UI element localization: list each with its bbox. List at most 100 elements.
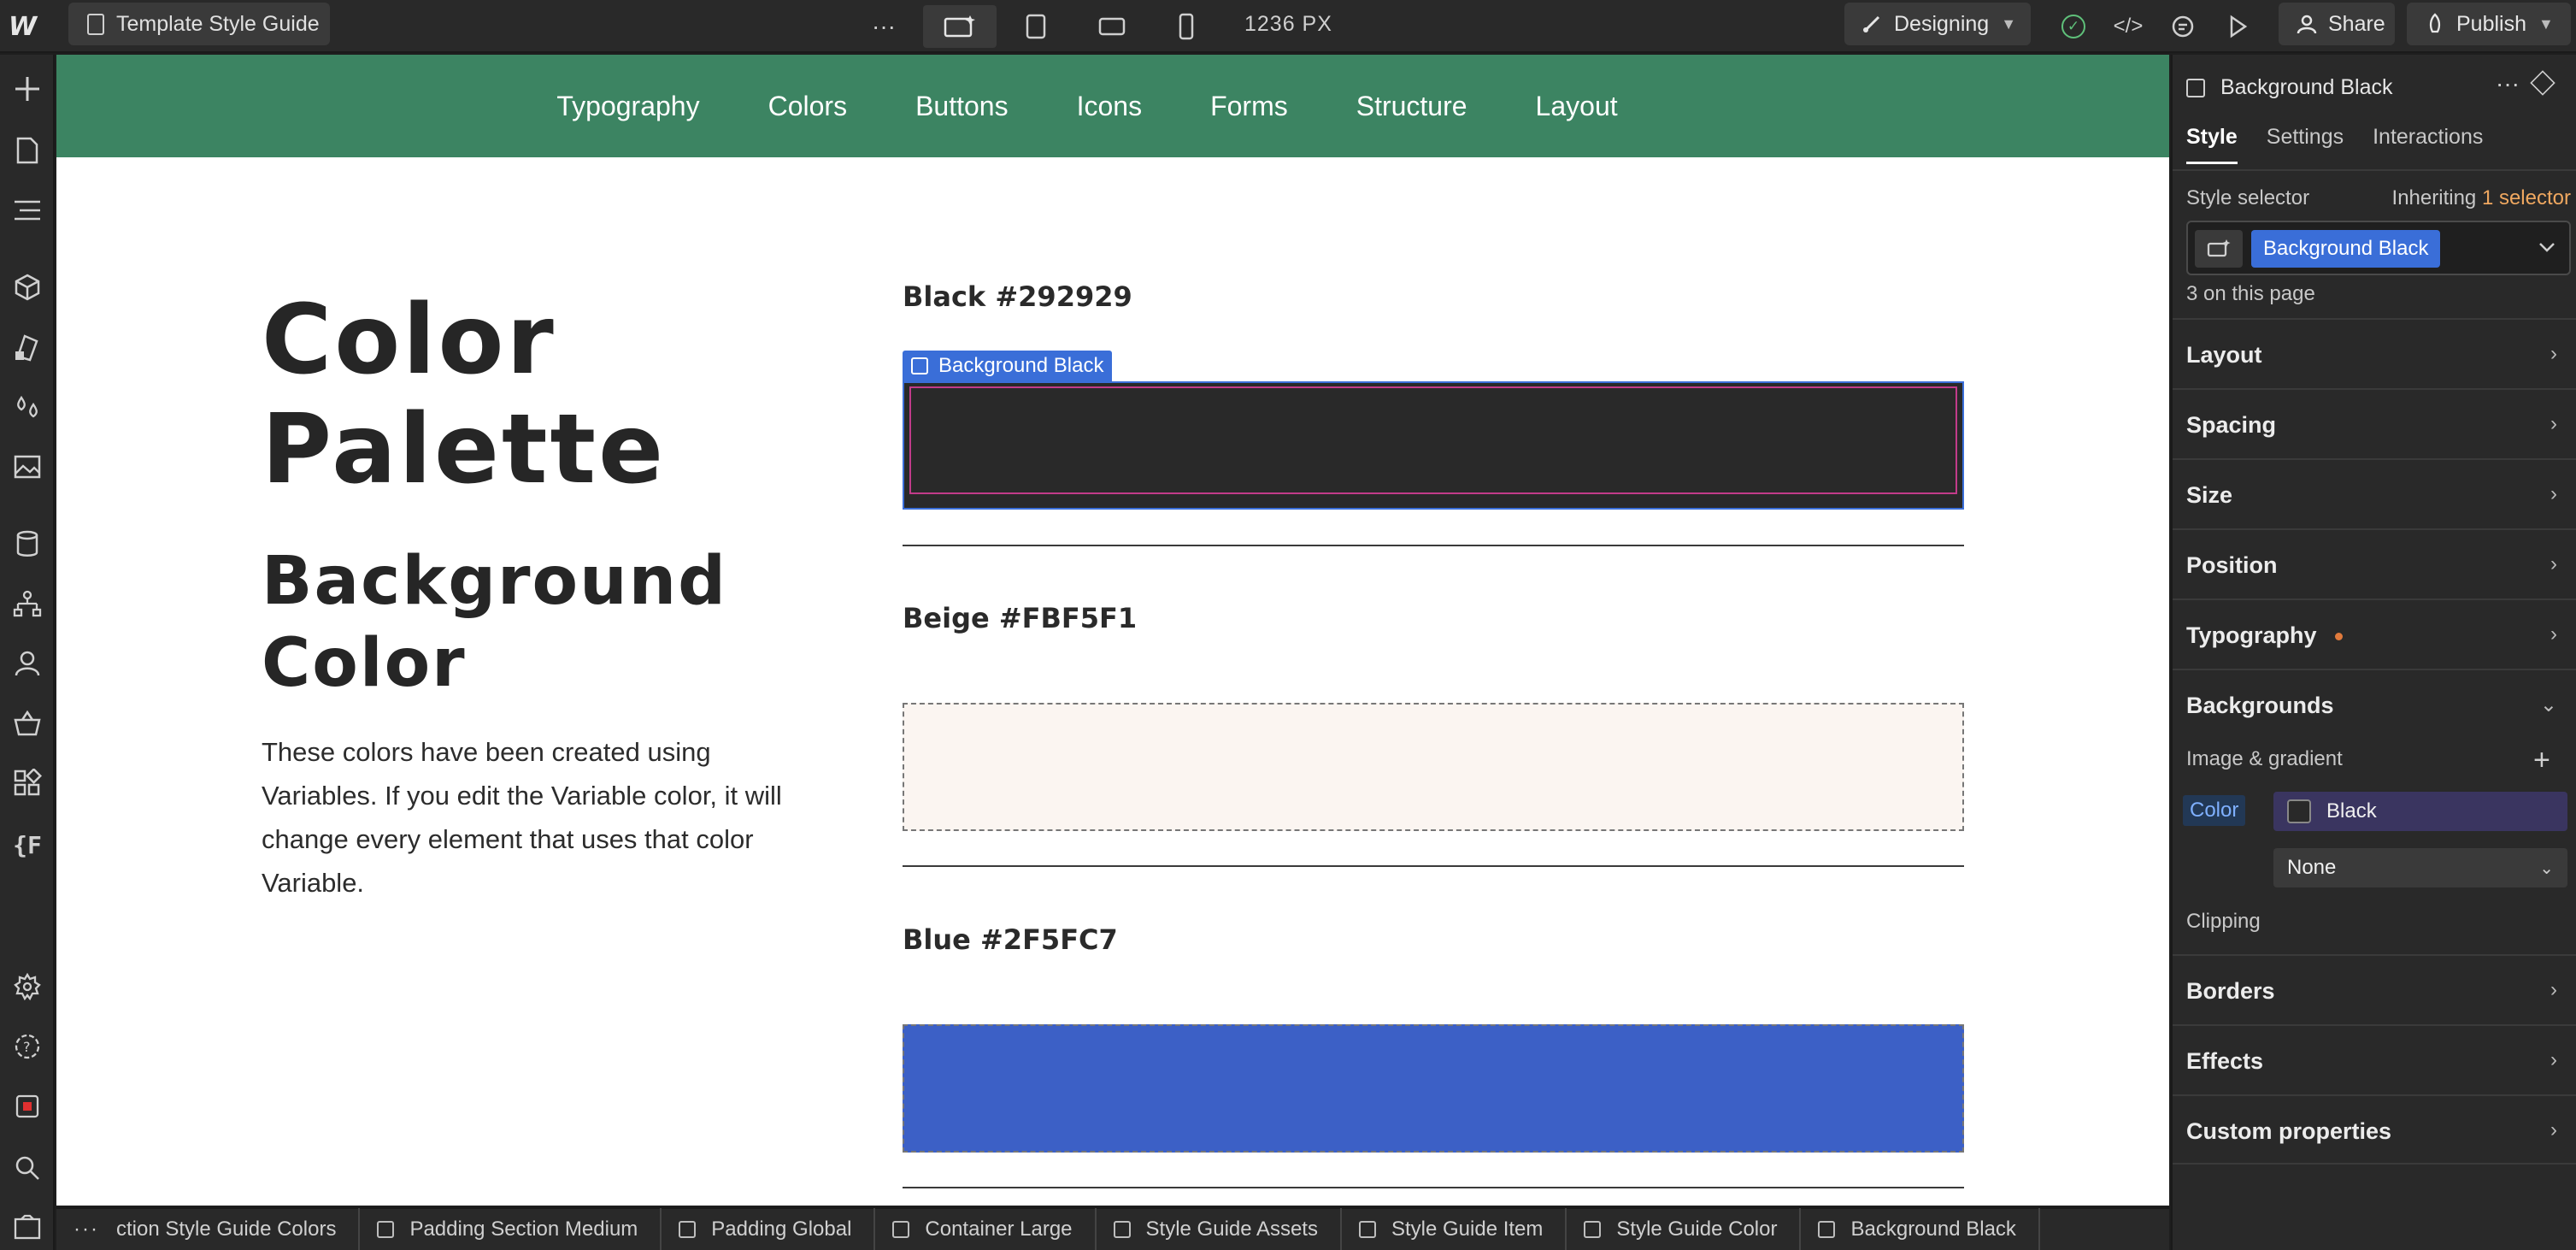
webflow-logo-icon[interactable]: W <box>9 12 44 42</box>
add-background-plus-icon[interactable]: + <box>2533 746 2550 775</box>
nav-link-buttons[interactable]: Buttons <box>915 91 1009 122</box>
search-icon[interactable] <box>10 1151 44 1185</box>
apps-grid-icon[interactable] <box>10 766 44 800</box>
mobile-portrait-icon[interactable] <box>1167 5 1205 48</box>
code-icon[interactable]: </> <box>2111 5 2145 48</box>
swatch-label-beige[interactable]: Beige #FBF5F1 <box>903 602 1137 634</box>
publish-button[interactable]: Publish ▼ <box>2407 3 2571 45</box>
svg-text:?: ? <box>23 1039 31 1055</box>
nav-link-colors[interactable]: Colors <box>768 91 847 122</box>
video-tutorials-icon[interactable] <box>10 1211 44 1245</box>
mobile-landscape-icon[interactable] <box>1091 5 1133 48</box>
element-box-icon <box>911 357 928 374</box>
clipping-select[interactable]: None ⌄ <box>2273 848 2567 887</box>
style-panel: Background Black Style Settings Interact… <box>2171 55 2576 1250</box>
comments-icon[interactable] <box>2166 5 2200 48</box>
selector-chip[interactable]: Background Black <box>2251 230 2441 268</box>
selected-element-header: Background Black <box>2186 75 2393 100</box>
breadcrumb-item-current[interactable]: Background Black <box>1801 1208 2040 1250</box>
breadcrumb-item[interactable]: Container Large <box>875 1208 1097 1250</box>
clipping-value: None <box>2287 856 2337 879</box>
nav-link-layout[interactable]: Layout <box>1536 91 1618 122</box>
add-elements-icon[interactable] <box>10 72 44 106</box>
more-breakpoints-icon[interactable]: ··· <box>865 5 903 48</box>
nav-link-icons[interactable]: Icons <box>1077 91 1142 122</box>
nav-link-structure[interactable]: Structure <box>1356 91 1467 122</box>
element-options-icon[interactable]: ··· <box>2496 70 2520 97</box>
style-selector-input[interactable]: Background Black <box>2186 221 2571 275</box>
section-custom-properties[interactable]: Custom properties › <box>2173 1094 2576 1165</box>
inheriting-info[interactable]: Inheriting 1 selector <box>2392 186 2571 210</box>
heading-line-2: Palette <box>262 394 667 505</box>
subheading-line-1: Background <box>262 543 727 620</box>
element-box-icon <box>1358 1221 1376 1238</box>
breadcrumb-item[interactable]: Style Guide Color <box>1567 1208 1802 1250</box>
nav-link-forms[interactable]: Forms <box>1210 91 1288 122</box>
users-icon[interactable] <box>10 646 44 681</box>
selected-element-tag: Background Black <box>903 351 1113 381</box>
ecommerce-basket-icon[interactable] <box>10 706 44 740</box>
selected-element-name: Background Black <box>938 354 1104 377</box>
swatch-blue[interactable] <box>903 1024 1964 1153</box>
swatch-label-black[interactable]: Black #292929 <box>903 280 1132 313</box>
tab-style[interactable]: Style <box>2186 125 2238 164</box>
design-canvas[interactable]: Typography Colors Buttons Icons Forms St… <box>56 55 2169 1206</box>
breadcrumb-item[interactable]: Style Guide Assets <box>1097 1208 1342 1250</box>
record-stop-icon[interactable] <box>10 1089 44 1123</box>
cms-database-icon[interactable] <box>10 527 44 561</box>
style-manager-icon[interactable] <box>10 330 44 364</box>
swatch-black[interactable] <box>903 381 1964 510</box>
subheading-line-2: Color <box>262 625 467 702</box>
section-size[interactable]: Size › <box>2173 458 2576 528</box>
page-heading[interactable]: Color Palette <box>262 286 666 504</box>
section-position[interactable]: Position › <box>2173 528 2576 598</box>
nav-link-typography[interactable]: Typography <box>556 91 699 122</box>
preview-play-icon[interactable] <box>2220 5 2255 48</box>
pages-icon[interactable] <box>10 133 44 168</box>
navigator-icon[interactable] <box>10 193 44 227</box>
components-cube-icon[interactable] <box>10 270 44 304</box>
user-icon <box>2297 15 2317 34</box>
section-effects[interactable]: Effects › <box>2173 1024 2576 1094</box>
intro-paragraph[interactable]: These colors have been created using Var… <box>262 730 809 905</box>
section-heading[interactable]: Background Color <box>262 540 727 705</box>
page-selector[interactable]: Template Style Guide <box>68 3 330 45</box>
chevron-right-icon: › <box>2550 412 2557 435</box>
color-property-label[interactable]: Color <box>2183 795 2246 826</box>
chevron-right-icon: › <box>2550 978 2557 1001</box>
publish-status-check-icon[interactable]: ✓ <box>2061 15 2085 38</box>
breadcrumb-item[interactable]: Padding Section Medium <box>360 1208 662 1250</box>
tab-interactions[interactable]: Interactions <box>2373 125 2483 164</box>
swatch-beige[interactable] <box>903 703 1964 831</box>
tablet-breakpoint-icon[interactable] <box>1017 5 1055 48</box>
background-color-field[interactable]: Black <box>2273 792 2567 831</box>
element-box-icon <box>1818 1221 1836 1238</box>
breadcrumb-item[interactable]: ction Style Guide Colors <box>116 1208 361 1250</box>
mode-selector[interactable]: Designing ▼ <box>1844 3 2031 45</box>
help-icon[interactable]: ? <box>10 1029 44 1064</box>
logic-flow-icon[interactable] <box>10 587 44 621</box>
swatch-label-blue[interactable]: Blue #2F5FC7 <box>903 923 1118 956</box>
assets-image-icon[interactable] <box>10 450 44 484</box>
padding-outline <box>909 386 1957 494</box>
settings-gear-icon[interactable] <box>10 970 44 1004</box>
breadcrumb-more-icon[interactable]: ··· <box>56 1218 116 1241</box>
section-borders[interactable]: Borders › <box>2173 954 2576 1024</box>
chevron-right-icon: › <box>2550 482 2557 505</box>
desktop-breakpoint-icon[interactable] <box>923 5 997 48</box>
share-button[interactable]: Share <box>2279 3 2395 45</box>
tab-settings[interactable]: Settings <box>2267 125 2344 164</box>
chevron-down-icon[interactable] <box>2538 236 2555 258</box>
variables-drops-icon[interactable] <box>10 390 44 424</box>
finsweet-app-icon[interactable]: {F <box>10 828 44 862</box>
publish-label: Publish <box>2456 11 2526 36</box>
rocket-icon <box>2429 13 2441 33</box>
selector-state-icon[interactable] <box>2195 230 2243 268</box>
breadcrumb-item[interactable]: Style Guide Item <box>1342 1208 1567 1250</box>
section-typography[interactable]: Typography › <box>2173 598 2576 669</box>
chevron-down-icon: ⌄ <box>2539 693 2557 716</box>
section-layout[interactable]: Layout › <box>2173 318 2576 388</box>
clipping-label: Clipping <box>2186 910 2261 933</box>
breadcrumb-item[interactable]: Padding Global <box>662 1208 876 1250</box>
section-spacing[interactable]: Spacing › <box>2173 388 2576 458</box>
